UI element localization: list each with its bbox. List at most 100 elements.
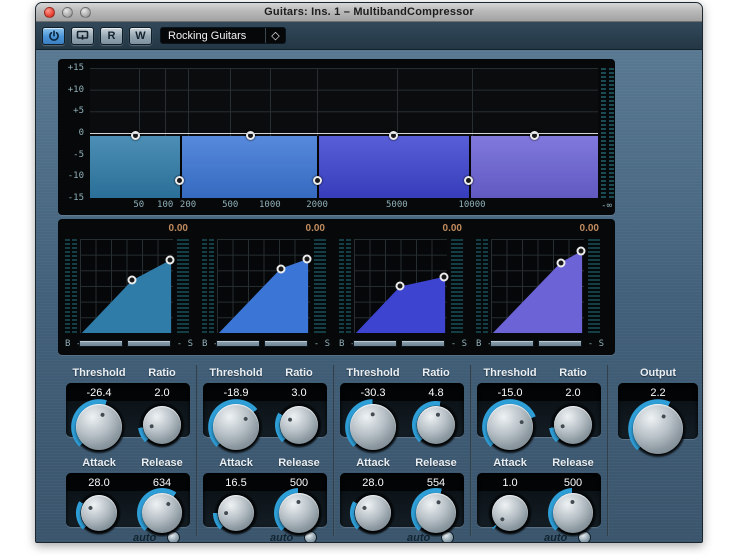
compression-curve-display[interactable] bbox=[354, 239, 449, 333]
output-knob[interactable] bbox=[627, 398, 689, 460]
read-automation-button[interactable]: R bbox=[100, 26, 123, 45]
gain-reduction-meter bbox=[314, 239, 326, 333]
ratio-knob[interactable] bbox=[274, 400, 324, 450]
freq-tick: 1000 bbox=[258, 200, 281, 210]
ratio-knob[interactable] bbox=[411, 400, 461, 450]
power-button[interactable] bbox=[42, 26, 65, 45]
ratio-value[interactable]: 4.8 bbox=[428, 387, 443, 399]
band-4-region[interactable] bbox=[468, 131, 598, 198]
module-separator bbox=[607, 365, 609, 536]
ratio-value[interactable]: 2.0 bbox=[565, 387, 580, 399]
release-knob[interactable] bbox=[547, 487, 599, 539]
release-knob[interactable] bbox=[410, 487, 462, 539]
band-3-region[interactable] bbox=[317, 131, 469, 198]
ratio-knob[interactable] bbox=[137, 400, 187, 450]
band-gain-value[interactable]: 0.00 bbox=[306, 223, 325, 234]
attack-knob[interactable] bbox=[349, 489, 397, 537]
bypass-slider[interactable] bbox=[490, 340, 534, 347]
attack-label: Attack bbox=[493, 457, 527, 469]
gain-reduction-meter bbox=[451, 239, 463, 333]
gain-reduction-meter bbox=[177, 239, 189, 333]
ratio-value[interactable]: 3.0 bbox=[291, 387, 306, 399]
compression-curve-display[interactable] bbox=[80, 239, 175, 333]
band-2-controls: Threshold -18.9 Ratio 3.0 Attack 16.5 Re… bbox=[198, 363, 332, 542]
threshold-knob[interactable] bbox=[70, 398, 128, 456]
threshold-knob[interactable] bbox=[344, 398, 402, 456]
threshold-handle[interactable] bbox=[556, 258, 566, 267]
solo-slider[interactable] bbox=[538, 340, 582, 347]
db-tick: +5 bbox=[73, 106, 84, 117]
attack-value[interactable]: 16.5 bbox=[225, 477, 246, 489]
freq-tick: 50 bbox=[133, 200, 145, 210]
preset-name[interactable]: Rocking Guitars bbox=[161, 30, 265, 42]
attack-value[interactable]: 28.0 bbox=[88, 477, 109, 489]
controls-area: Threshold -26.4 Ratio 2.0 Attack 28.0 Re… bbox=[36, 361, 702, 542]
attack-value[interactable]: 28.0 bbox=[362, 477, 383, 489]
threshold-handle[interactable] bbox=[395, 281, 405, 291]
ratio-label: Ratio bbox=[285, 367, 313, 379]
frequency-plot[interactable] bbox=[90, 68, 598, 198]
crossover-handle-2[interactable] bbox=[312, 176, 322, 186]
freq-tick: 5000 bbox=[385, 200, 408, 210]
solo-slider[interactable] bbox=[264, 340, 308, 347]
curve-end-handle[interactable] bbox=[165, 255, 175, 265]
neg-infinity-label: -∞ bbox=[601, 201, 612, 211]
attack-knob[interactable] bbox=[486, 489, 534, 537]
bypass-icon bbox=[76, 30, 89, 41]
bypass-slider[interactable] bbox=[79, 340, 123, 347]
preset-picker-icon[interactable]: ◇ bbox=[265, 28, 285, 43]
release-knob[interactable] bbox=[273, 487, 325, 539]
release-knob[interactable] bbox=[136, 487, 188, 539]
output-controls: Output 2.2 bbox=[616, 363, 701, 542]
threshold-handle[interactable] bbox=[276, 264, 286, 274]
bypass-slider[interactable] bbox=[216, 340, 260, 347]
band-gain-value[interactable]: 0.00 bbox=[580, 223, 599, 234]
band-gain-value[interactable]: 0.00 bbox=[169, 223, 188, 234]
threshold-handle[interactable] bbox=[127, 275, 137, 285]
window-title: Guitars: Ins. 1 – MultibandCompressor bbox=[264, 6, 474, 18]
curve-panel: 0.00 B - - S 0.00 B - - S 0.00 B - - S 0… bbox=[58, 219, 615, 355]
band-1-controls: Threshold -26.4 Ratio 2.0 Attack 28.0 Re… bbox=[61, 363, 195, 542]
attack-knob[interactable] bbox=[75, 489, 123, 537]
ratio-knob[interactable] bbox=[548, 400, 598, 450]
bypass-button[interactable] bbox=[71, 26, 94, 45]
curve-end-handle[interactable] bbox=[576, 246, 586, 256]
band-3-controls: Threshold -30.3 Ratio 4.8 Attack 28.0 Re… bbox=[335, 363, 469, 542]
input-meter bbox=[65, 239, 70, 333]
titlebar[interactable]: Guitars: Ins. 1 – MultibandCompressor bbox=[36, 3, 702, 22]
threshold-label: Threshold bbox=[483, 367, 537, 379]
attack-knob[interactable] bbox=[212, 489, 260, 537]
db-tick: +15 bbox=[67, 63, 84, 73]
solo-slider[interactable] bbox=[127, 340, 171, 347]
band-2-curve-module: 0.00 B - - S bbox=[199, 220, 333, 356]
compression-curve-display[interactable] bbox=[217, 239, 312, 333]
curve-end-handle[interactable] bbox=[439, 272, 449, 282]
solo-slider[interactable] bbox=[401, 340, 445, 347]
output-label: Output bbox=[639, 367, 677, 379]
preset-selector[interactable]: Rocking Guitars ◇ bbox=[160, 27, 286, 44]
threshold-label: Threshold bbox=[72, 367, 126, 379]
release-label: Release bbox=[552, 457, 594, 469]
threshold-knob[interactable] bbox=[207, 398, 265, 456]
curve-end-handle[interactable] bbox=[302, 254, 312, 264]
band-gain-value[interactable]: 0.00 bbox=[443, 223, 462, 234]
bypass-slider[interactable] bbox=[353, 340, 397, 347]
input-meter bbox=[476, 239, 481, 333]
attack-label: Attack bbox=[82, 457, 116, 469]
toolbar: R W Rocking Guitars ◇ bbox=[36, 22, 702, 50]
zero-db-line bbox=[90, 133, 598, 134]
frequency-display-panel: +15 +10 +5 0 -5 -10 -15 50 100 200 500 1000 2000 500… bbox=[58, 59, 615, 215]
input-meter bbox=[209, 239, 214, 333]
attack-value[interactable]: 1.0 bbox=[502, 477, 517, 489]
band-4-controls: Threshold -15.0 Ratio 2.0 Attack 1.0 Rel… bbox=[472, 363, 606, 542]
band-4-curve-module: 0.00 B - - S bbox=[473, 220, 607, 356]
band-2-region[interactable] bbox=[179, 131, 318, 198]
db-tick: 0 bbox=[78, 128, 84, 138]
write-automation-button[interactable]: W bbox=[129, 26, 152, 45]
compression-curve-display[interactable] bbox=[491, 239, 586, 333]
threshold-label: Threshold bbox=[346, 367, 400, 379]
threshold-knob[interactable] bbox=[481, 398, 539, 456]
band-1-region[interactable] bbox=[90, 131, 180, 198]
db-axis-labels: +15 +10 +5 0 -5 -10 -15 bbox=[59, 63, 87, 203]
ratio-value[interactable]: 2.0 bbox=[154, 387, 169, 399]
